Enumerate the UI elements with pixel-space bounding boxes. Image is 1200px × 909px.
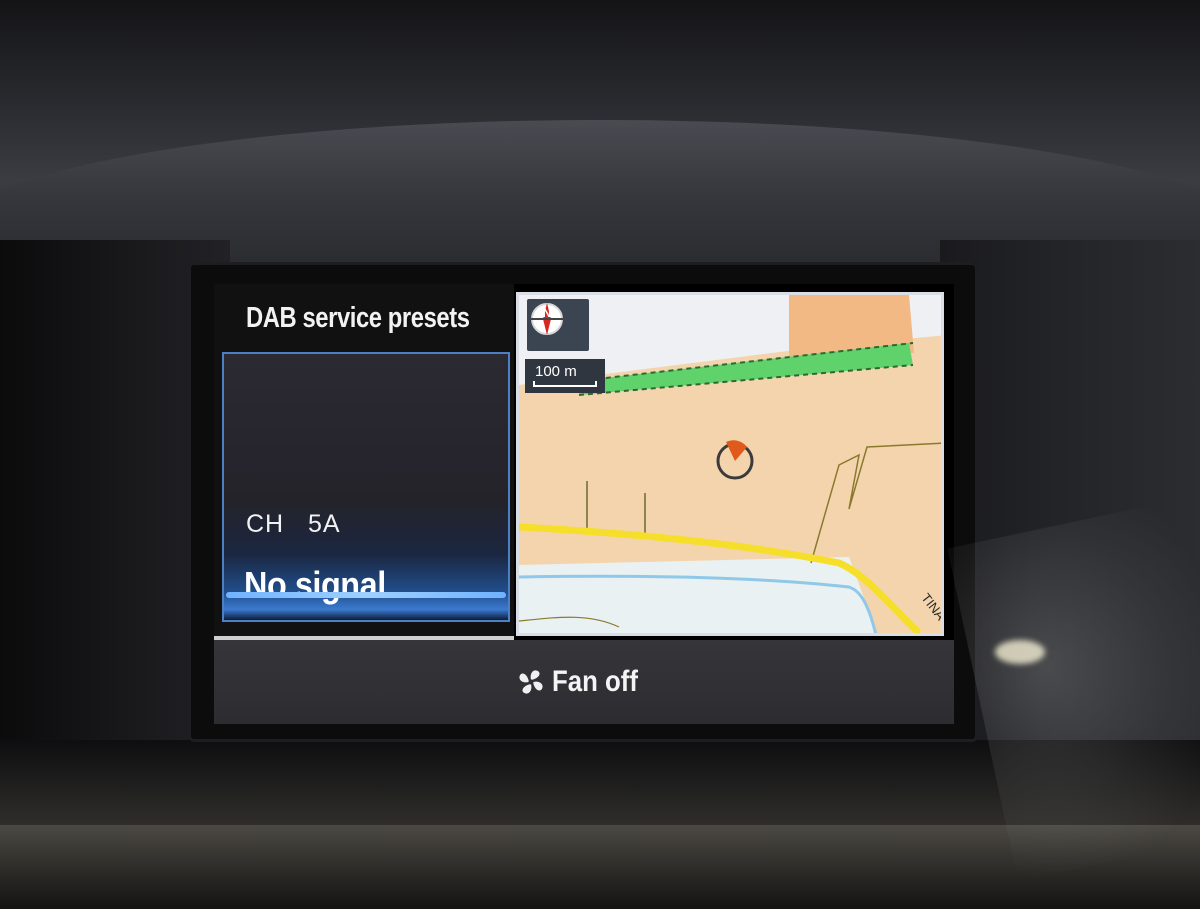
scale-label: 100 m [535, 363, 577, 380]
map-panel[interactable]: N 100 m TINA [516, 292, 944, 636]
selection-highlight [226, 592, 506, 598]
infotainment-screen: DAB service presets CH 5A No signal N 10… [214, 284, 954, 724]
compass-icon: N [531, 303, 563, 335]
dab-preset-tile[interactable]: CH 5A No signal [222, 352, 510, 622]
channel-label: CH 5A [246, 510, 341, 538]
signal-status: No signal [244, 564, 386, 605]
fan-icon [519, 670, 543, 694]
vehicle-heading-marker [726, 440, 747, 461]
climate-status-bar[interactable]: Fan off [214, 640, 954, 724]
audio-panel[interactable]: DAB service presets CH 5A No signal [214, 284, 514, 636]
compass-button[interactable]: N [527, 299, 589, 351]
audio-panel-title: DAB service presets [246, 302, 470, 334]
svg-text:N: N [543, 306, 552, 320]
map-scale-indicator: 100 m [525, 359, 605, 393]
scale-rule [533, 381, 597, 387]
fan-status-label: Fan off [552, 665, 638, 698]
light-reflection [995, 640, 1045, 664]
